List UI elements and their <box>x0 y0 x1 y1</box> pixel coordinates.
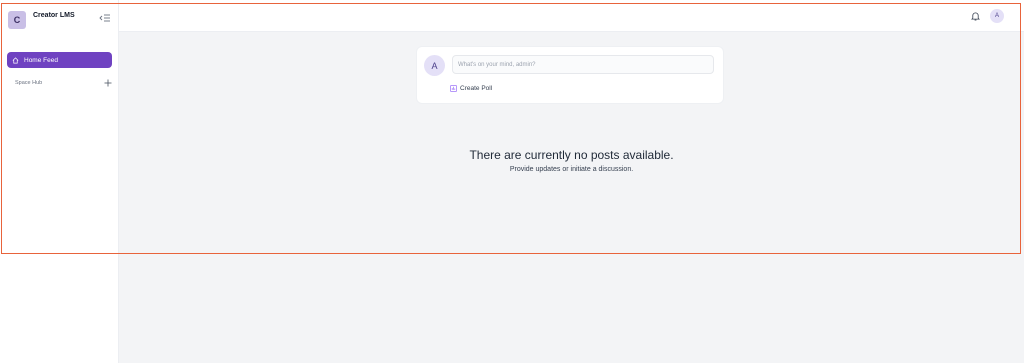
post-input[interactable]: What's on your mind, admin? <box>452 55 714 74</box>
sidebar: C Creator LMS Home Feed Space Hub <box>0 0 119 363</box>
sidebar-item-label: Home Feed <box>24 56 58 64</box>
poll-icon <box>450 85 457 92</box>
top-bar: A <box>119 0 1024 32</box>
main-content: A What's on your mind, admin? Create Pol… <box>119 32 1024 363</box>
empty-state-title: There are currently no posts available. <box>469 148 674 162</box>
brand[interactable]: C Creator LMS <box>8 11 75 29</box>
empty-state-subtitle: Provide updates or initiate a discussion… <box>509 166 634 173</box>
brand-logo: C <box>8 11 26 29</box>
brand-name: Creator LMS <box>33 12 75 19</box>
user-avatar[interactable]: A <box>990 9 1004 23</box>
notification-bell-icon[interactable] <box>971 11 980 21</box>
create-poll-label: Create Poll <box>460 85 493 92</box>
collapse-sidebar-icon[interactable] <box>99 12 111 24</box>
add-space-icon[interactable] <box>104 79 112 87</box>
create-poll-button[interactable]: Create Poll <box>450 85 492 92</box>
home-icon <box>12 56 19 63</box>
post-composer: A What's on your mind, admin? Create Pol… <box>417 47 723 103</box>
composer-avatar: A <box>424 55 445 76</box>
space-hub-label: Space Hub <box>15 80 43 86</box>
sidebar-item-home-feed[interactable]: Home Feed <box>7 52 112 68</box>
